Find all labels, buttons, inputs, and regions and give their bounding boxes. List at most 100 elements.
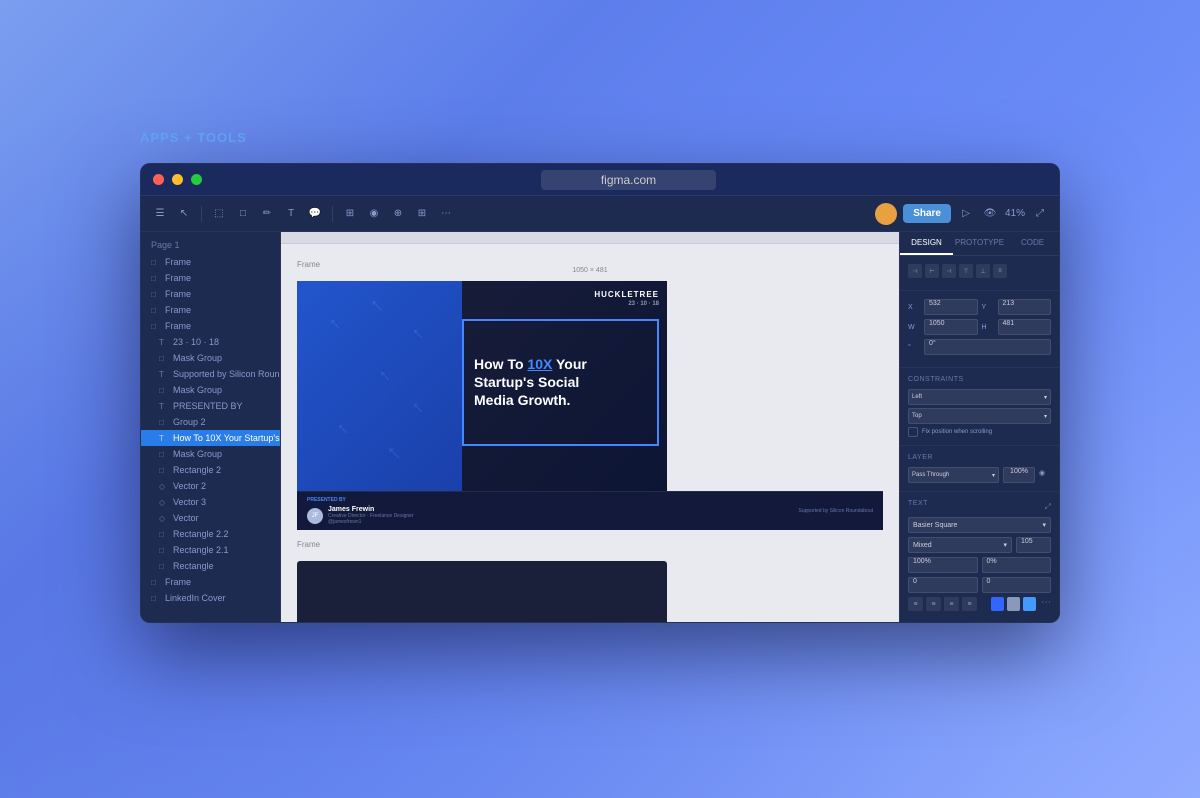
figma-toolbar: ☰ ↖ ⬚ □ ✏ T 💬 ⊞ ◉ ⊕ ⊞ ⋯ Share ▷ 👁 bbox=[141, 196, 1059, 232]
more-icon[interactable]: ⋯ bbox=[437, 205, 455, 223]
layer-mask-group3[interactable]: □ Mask Group bbox=[141, 446, 280, 462]
traffic-light-green[interactable] bbox=[191, 174, 202, 185]
menu-icon[interactable]: ☰ bbox=[151, 205, 169, 223]
align-center-text[interactable]: ≡ bbox=[926, 597, 941, 611]
x-input[interactable]: 532 bbox=[924, 299, 978, 315]
layer-mode-select[interactable]: Pass Through ▾ bbox=[908, 467, 999, 483]
layer-label: Mask Group bbox=[173, 449, 222, 459]
align-top-icon[interactable]: ⊤ bbox=[959, 264, 973, 278]
vertical-constraint[interactable]: Top ▾ bbox=[908, 408, 1051, 424]
arrow-3: ↑ bbox=[332, 417, 353, 438]
more-colors-icon[interactable]: ⋯ bbox=[1041, 597, 1051, 611]
w-input[interactable]: 1050 bbox=[924, 319, 978, 335]
layer-vector3[interactable]: ◇ Vector 3 bbox=[141, 494, 280, 510]
text-tool-icon[interactable]: T bbox=[282, 205, 300, 223]
layer-rect[interactable]: □ Rectangle bbox=[141, 558, 280, 574]
font-size-input[interactable]: 105 bbox=[1016, 537, 1051, 553]
comment-tool-icon[interactable]: 💬 bbox=[306, 205, 324, 223]
layer-presented-by[interactable]: T PRESENTED BY bbox=[141, 398, 280, 414]
toolbar-right: Share ▷ 👁 41% ⤢ bbox=[875, 203, 1049, 225]
color-blue[interactable] bbox=[991, 597, 1004, 611]
canvas-ruler bbox=[281, 232, 899, 244]
layer-linkedin[interactable]: □ LinkedIn Cover bbox=[141, 590, 280, 606]
font-family-select[interactable]: Basier Square ▾ bbox=[908, 517, 1051, 533]
indent-v1-input[interactable]: 0 bbox=[908, 577, 978, 593]
presenter-avatar: JF bbox=[307, 508, 323, 524]
layer-label: Frame bbox=[165, 273, 191, 283]
group-icon: □ bbox=[159, 418, 169, 427]
move-tool-icon[interactable]: ↖ bbox=[175, 205, 193, 223]
traffic-light-yellow[interactable] bbox=[172, 174, 183, 185]
tab-code[interactable]: CODE bbox=[1006, 232, 1059, 255]
play-icon[interactable]: ▷ bbox=[957, 205, 975, 223]
arrow-6: ↑ bbox=[380, 438, 408, 466]
layer-item-frame5[interactable]: □ Frame bbox=[141, 318, 280, 334]
slide-title-your: Your bbox=[552, 356, 587, 372]
layer-item-frame1[interactable]: □ Frame bbox=[141, 254, 280, 270]
grid-icon[interactable]: ⊞ bbox=[413, 205, 431, 223]
pen-tool-icon[interactable]: ✏ bbox=[258, 205, 276, 223]
indent-v2-input[interactable]: 0 bbox=[982, 577, 1052, 593]
share-button[interactable]: Share bbox=[903, 204, 951, 223]
canvas-area[interactable]: Frame ↑ ↑ ↑ ↑ ↑ bbox=[281, 196, 899, 623]
arrow-5: ↑ bbox=[406, 396, 427, 417]
component-tool-icon[interactable]: ⊞ bbox=[341, 205, 359, 223]
rotation-input[interactable]: 0° bbox=[924, 339, 1051, 355]
align-justify-text[interactable]: ≡ bbox=[962, 597, 977, 611]
slide-title-10x: 10X bbox=[527, 356, 552, 372]
layer-frame-bottom[interactable]: □ Frame bbox=[141, 574, 280, 590]
layer-supported[interactable]: T Supported by Silicon Roundab... bbox=[141, 366, 280, 382]
fix-scroll-checkbox[interactable] bbox=[908, 427, 918, 437]
layer-how-to-10x[interactable]: T How To 10X Your Startup's So... bbox=[141, 430, 280, 446]
color-gray[interactable] bbox=[1007, 597, 1020, 611]
align-middle-icon[interactable]: ⊥ bbox=[976, 264, 990, 278]
layer-item-frame2[interactable]: □ Frame bbox=[141, 270, 280, 286]
layer-vector2[interactable]: ◇ Vector 2 bbox=[141, 478, 280, 494]
layer-rect2[interactable]: □ Rectangle 2 bbox=[141, 462, 280, 478]
color-light-blue[interactable] bbox=[1023, 597, 1036, 611]
tab-design[interactable]: DESIGN bbox=[900, 232, 953, 255]
align-right-text[interactable]: ≡ bbox=[944, 597, 959, 611]
align-right-icon[interactable]: ⊣ bbox=[942, 264, 956, 278]
layer-item-frame4[interactable]: □ Frame bbox=[141, 302, 280, 318]
plugin-icon[interactable]: ◉ bbox=[365, 205, 383, 223]
presenter-name: James Frewin bbox=[328, 506, 414, 513]
font-style-select[interactable]: Mixed ▾ bbox=[908, 537, 1012, 553]
rect-icon: □ bbox=[159, 466, 169, 475]
letter-spacing-input[interactable]: 0% bbox=[982, 557, 1052, 573]
layer-group2[interactable]: □ Group 2 bbox=[141, 414, 280, 430]
frame-label-2: Frame bbox=[297, 540, 883, 549]
line-height-input[interactable]: 100% bbox=[908, 557, 978, 573]
traffic-light-red[interactable] bbox=[153, 174, 164, 185]
text-options-icon[interactable]: ⤢ bbox=[1045, 502, 1051, 512]
layer-date[interactable]: T 23 · 10 · 18 bbox=[141, 334, 280, 350]
align-left-text[interactable]: ≡ bbox=[908, 597, 923, 611]
layer-rect21[interactable]: □ Rectangle 2.1 bbox=[141, 542, 280, 558]
opacity-input[interactable]: 100% bbox=[1003, 467, 1035, 483]
shape-tool-icon[interactable]: □ bbox=[234, 205, 252, 223]
align-bottom-icon[interactable]: ≡ bbox=[993, 264, 1007, 278]
layer-label: Rectangle 2.2 bbox=[173, 529, 229, 539]
align-center-icon[interactable]: ⊢ bbox=[925, 264, 939, 278]
presenter-info-row: JF James Frewin Creative Director · Free… bbox=[307, 506, 414, 525]
tab-prototype[interactable]: PROTOTYPE bbox=[953, 232, 1006, 255]
align-left-icon[interactable]: ⊣ bbox=[908, 264, 922, 278]
rect-icon: □ bbox=[159, 546, 169, 555]
url-text[interactable]: figma.com bbox=[541, 170, 716, 190]
zoom-level[interactable]: 41% bbox=[1005, 208, 1025, 219]
layer-vector[interactable]: ◇ Vector bbox=[141, 510, 280, 526]
layer-rect22[interactable]: □ Rectangle 2.2 bbox=[141, 526, 280, 542]
outer-container: APPS + TOOLS figma.com ☰ ↖ ⬚ □ ✏ T 💬 bbox=[140, 130, 1060, 670]
fullscreen-icon[interactable]: ⤢ bbox=[1031, 205, 1049, 223]
y-input[interactable]: 213 bbox=[998, 299, 1052, 315]
variant-icon[interactable]: ⊕ bbox=[389, 205, 407, 223]
frame-tool-icon[interactable]: ⬚ bbox=[210, 205, 228, 223]
presenter-text: James Frewin Creative Director · Freelan… bbox=[328, 506, 414, 525]
layer-mask-group1[interactable]: □ Mask Group bbox=[141, 350, 280, 366]
layer-mask-group2[interactable]: □ Mask Group bbox=[141, 382, 280, 398]
horizontal-constraint[interactable]: Left ▾ bbox=[908, 389, 1051, 405]
h-input[interactable]: 481 bbox=[998, 319, 1052, 335]
slide-left-bg: ↑ ↑ ↑ ↑ ↑ ↑ ↑ bbox=[297, 281, 462, 491]
eye-icon[interactable]: 👁 bbox=[981, 205, 999, 223]
layer-item-frame3[interactable]: □ Frame bbox=[141, 286, 280, 302]
